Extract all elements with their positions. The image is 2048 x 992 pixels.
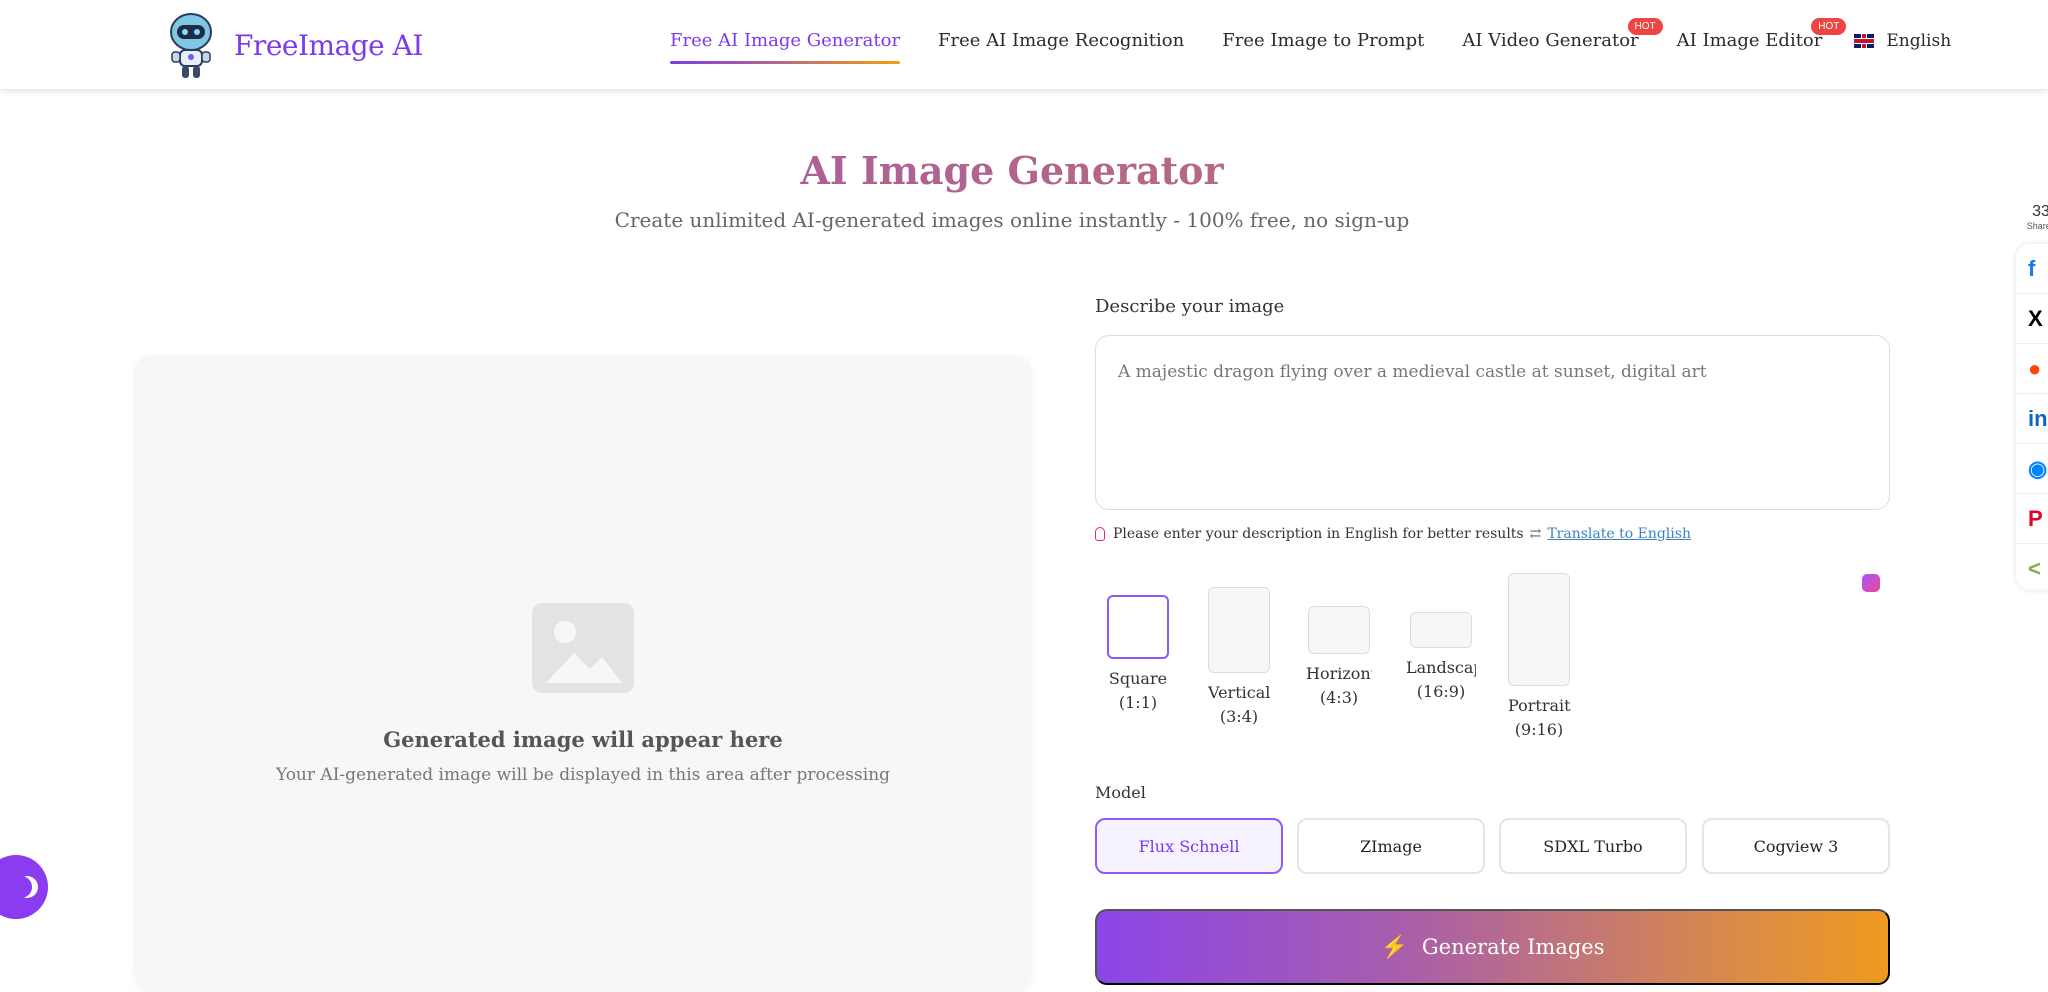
reddit-icon: ● bbox=[2028, 356, 2042, 381]
robot-logo-icon bbox=[170, 13, 212, 78]
ratio-name: Vertical bbox=[1208, 683, 1271, 702]
brand-name: FreeImage AI bbox=[234, 28, 423, 62]
linkedin-icon: in bbox=[2028, 406, 2048, 431]
share-rail: f X ● in ◉ P < bbox=[2016, 244, 2048, 590]
ratio-preview-box bbox=[1107, 595, 1169, 659]
language-selector[interactable]: English bbox=[1854, 31, 1951, 51]
ratio-preview-box bbox=[1410, 612, 1472, 648]
ratio-value: (16:9) bbox=[1416, 682, 1466, 701]
lightning-icon: ⚡ bbox=[1380, 934, 1408, 960]
messenger-icon: ◉ bbox=[2028, 456, 2048, 481]
ratio-landscape[interactable]: Landscape (16:9) bbox=[1406, 612, 1476, 704]
share-linkedin[interactable]: in bbox=[2016, 394, 2048, 444]
settings-icon[interactable] bbox=[1862, 574, 1880, 592]
share-messenger[interactable]: ◉ bbox=[2016, 444, 2048, 494]
dark-mode-toggle[interactable] bbox=[0, 855, 48, 919]
translate-icon: ⇄ bbox=[1529, 526, 1542, 542]
mountains-shape bbox=[546, 653, 622, 683]
share-pinterest[interactable]: P bbox=[2016, 494, 2048, 544]
ratio-horizontal[interactable]: Horizonta (4:3) bbox=[1306, 606, 1372, 710]
share-more[interactable]: < bbox=[2016, 544, 2048, 594]
ratio-value: (1:1) bbox=[1118, 693, 1158, 712]
ratio-name: Horizonta bbox=[1306, 664, 1372, 683]
model-label: Model bbox=[1095, 783, 1146, 802]
translate-link[interactable]: Translate to English bbox=[1547, 526, 1691, 542]
preview-subtitle: Your AI-generated image will be displaye… bbox=[275, 765, 891, 785]
ratio-name: Portrait bbox=[1508, 696, 1571, 715]
share-count: 33 Shares bbox=[2026, 203, 2048, 231]
site-logo[interactable]: FreeImage AI bbox=[162, 10, 423, 80]
ratio-name: Landscape bbox=[1406, 658, 1476, 677]
ratio-preview-box bbox=[1208, 587, 1270, 673]
model-zimage-button[interactable]: ZImage bbox=[1297, 818, 1485, 874]
model-sdxl-turbo-button[interactable]: SDXL Turbo bbox=[1499, 818, 1687, 874]
share-facebook[interactable]: f bbox=[2016, 244, 2048, 294]
lightbulb-icon bbox=[1095, 527, 1105, 541]
moon-icon bbox=[10, 876, 32, 898]
main-nav: Free AI Image Generator Free AI Image Re… bbox=[670, 18, 1951, 64]
model-cogview-3-button[interactable]: Cogview 3 bbox=[1702, 818, 1890, 874]
facebook-icon: f bbox=[2028, 256, 2036, 281]
ratio-portrait[interactable]: Portrait (9:16) bbox=[1508, 573, 1571, 742]
nav-ai-image-editor[interactable]: AI Image Editor HOT bbox=[1676, 18, 1847, 51]
page-subtitle: Create unlimited AI-generated images onl… bbox=[614, 208, 1410, 232]
ratio-preview-box bbox=[1308, 606, 1370, 654]
share-count-number: 33 bbox=[2032, 203, 2048, 220]
image-placeholder-icon bbox=[532, 603, 634, 693]
share-reddit[interactable]: ● bbox=[2016, 344, 2048, 394]
nav-ai-image-generator[interactable]: Free AI Image Generator bbox=[670, 30, 901, 64]
prompt-label: Describe your image bbox=[1095, 296, 1285, 317]
generate-label: Generate Images bbox=[1421, 935, 1605, 959]
prompt-textarea[interactable]: A majestic dragon flying over a medieval… bbox=[1095, 335, 1890, 510]
ratio-preview-box bbox=[1508, 573, 1570, 686]
ratio-square[interactable]: Square (1:1) bbox=[1107, 595, 1169, 715]
share-x[interactable]: X bbox=[2016, 294, 2048, 344]
uk-flag-icon bbox=[1854, 33, 1875, 48]
site-header: FreeImage AI Free AI Image Generator Fre… bbox=[0, 0, 2048, 90]
nav-ai-image-recognition[interactable]: Free AI Image Recognition bbox=[938, 30, 1184, 51]
hint-text: Please enter your description in English… bbox=[1113, 526, 1524, 542]
nav-ai-video-generator[interactable]: AI Video Generator HOT bbox=[1462, 18, 1663, 51]
preview-title: Generated image will appear here bbox=[383, 727, 783, 752]
nav-label: AI Video Generator bbox=[1462, 30, 1639, 51]
page-title: AI Image Generator bbox=[0, 148, 2024, 193]
ratio-vertical[interactable]: Vertical (3:4) bbox=[1208, 587, 1270, 729]
image-preview-panel: Generated image will appear here Your AI… bbox=[134, 355, 1032, 992]
model-flux-schnell-button[interactable]: Flux Schnell bbox=[1095, 818, 1283, 874]
nav-image-to-prompt[interactable]: Free Image to Prompt bbox=[1222, 30, 1424, 51]
ratio-value: (3:4) bbox=[1219, 707, 1259, 726]
nav-label: AI Image Editor bbox=[1676, 30, 1823, 51]
hot-badge: HOT bbox=[1627, 18, 1663, 35]
ratio-value: (4:3) bbox=[1319, 688, 1359, 707]
pinterest-icon: P bbox=[2028, 506, 2043, 531]
share-count-label: Shares bbox=[2026, 221, 2048, 231]
ratio-value: (9:16) bbox=[1514, 720, 1564, 739]
x-icon: X bbox=[2028, 306, 2043, 331]
hot-badge: HOT bbox=[1811, 18, 1847, 35]
ratio-name: Square bbox=[1108, 669, 1168, 688]
prompt-hint: Please enter your description in English… bbox=[1095, 526, 1691, 542]
language-label: English bbox=[1886, 30, 1952, 51]
generate-images-button[interactable]: ⚡ Generate Images bbox=[1095, 909, 1890, 985]
share-icon: < bbox=[2028, 556, 2041, 581]
